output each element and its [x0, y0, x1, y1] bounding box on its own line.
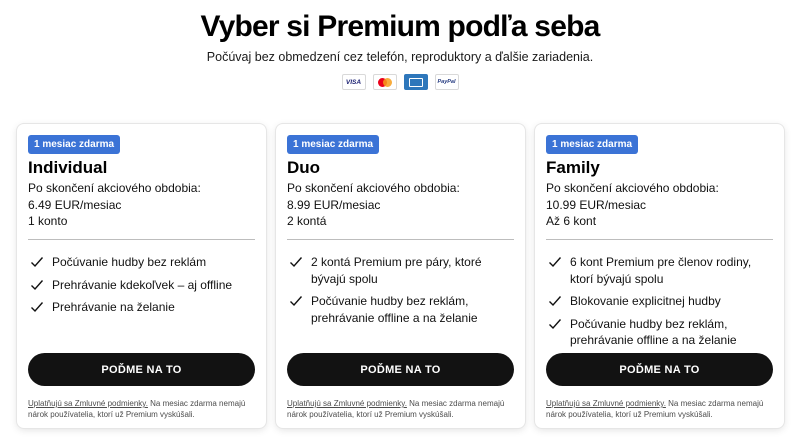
feature-item: Počúvanie hudby bez reklám	[28, 254, 258, 271]
plan-name: Individual	[28, 158, 108, 177]
check-icon	[31, 257, 44, 268]
price-info: Po skončení akciového obdobia: 8.99 EUR/…	[287, 180, 460, 230]
plan-accounts: 2 kontá	[287, 214, 327, 228]
feature-item: Počúvanie hudby bez reklám, prehrávanie …	[287, 293, 517, 326]
feature-item: Počúvanie hudby bez reklám, prehrávanie …	[546, 316, 776, 349]
terms-text: Uplatňujú sa Zmluvné podmienky. Na mesia…	[546, 399, 764, 419]
plan-name: Duo	[287, 158, 321, 177]
feature-list: 6 kont Premium pre členov rodiny, ktorí …	[546, 254, 776, 355]
amex-icon	[403, 74, 428, 90]
terms-link[interactable]: Uplatňujú sa Zmluvné podmienky.	[287, 399, 407, 408]
feature-list: Počúvanie hudby bez reklám Prehrávanie k…	[28, 254, 258, 322]
plan-accounts: 1 konto	[28, 214, 68, 228]
paypal-icon: PayPal	[434, 74, 459, 90]
page-title: Vyber si Premium podľa seba	[200, 10, 600, 43]
plan-card-individual: 1 mesiac zdarma Individual Po skončení a…	[17, 124, 266, 428]
check-icon	[31, 302, 44, 313]
plan-card-duo: 1 mesiac zdarma Duo Po skončení akciovéh…	[276, 124, 525, 428]
terms-link[interactable]: Uplatňujú sa Zmluvné podmienky.	[28, 399, 148, 408]
price-info: Po skončení akciového obdobia: 10.99 EUR…	[546, 180, 719, 230]
get-started-button[interactable]: POĎME NA TO	[287, 353, 514, 386]
check-icon	[290, 296, 303, 307]
feature-list: 2 kontá Premium pre páry, ktoré bývajú s…	[287, 254, 517, 332]
check-icon	[549, 296, 562, 307]
get-started-button[interactable]: POĎME NA TO	[28, 353, 255, 386]
plan-price: 6.49 EUR/mesiac	[28, 197, 122, 212]
after-promo-label: Po skončení akciového obdobia:	[546, 181, 719, 195]
feature-item: 6 kont Premium pre členov rodiny, ktorí …	[546, 254, 776, 287]
divider	[546, 239, 773, 240]
divider	[28, 239, 255, 240]
feature-item: 2 kontá Premium pre páry, ktoré bývajú s…	[287, 254, 517, 287]
check-icon	[31, 279, 44, 290]
terms-link[interactable]: Uplatňujú sa Zmluvné podmienky.	[546, 399, 666, 408]
plan-price: 8.99 EUR/mesiac	[287, 197, 381, 212]
free-month-badge: 1 mesiac zdarma	[28, 135, 121, 154]
mastercard-icon	[372, 74, 397, 90]
check-icon	[549, 318, 562, 329]
terms-text: Uplatňujú sa Zmluvné podmienky. Na mesia…	[28, 399, 246, 419]
get-started-button[interactable]: POĎME NA TO	[546, 353, 773, 386]
after-promo-label: Po skončení akciového obdobia:	[287, 181, 460, 195]
plan-price: 10.99 EUR/mesiac	[546, 197, 647, 212]
check-icon	[549, 257, 562, 268]
after-promo-label: Po skončení akciového obdobia:	[28, 181, 201, 195]
feature-item: Prehrávanie kdekoľvek – aj offline	[28, 277, 258, 294]
feature-item: Blokovanie explicitnej hudby	[546, 293, 776, 310]
check-icon	[290, 257, 303, 268]
visa-icon: VISA	[341, 74, 366, 90]
payment-methods: VISA PayPal	[0, 74, 800, 90]
plan-accounts: Až 6 kont	[546, 214, 597, 228]
price-info: Po skončení akciového obdobia: 6.49 EUR/…	[28, 180, 201, 230]
feature-item: Prehrávanie na želanie	[28, 299, 258, 316]
page-subtitle: Počúvaj bez obmedzení cez telefón, repro…	[206, 50, 594, 64]
free-month-badge: 1 mesiac zdarma	[546, 135, 639, 154]
terms-text: Uplatňujú sa Zmluvné podmienky. Na mesia…	[287, 399, 505, 419]
plan-card-family: 1 mesiac zdarma Family Po skončení akcio…	[535, 124, 784, 428]
divider	[287, 239, 514, 240]
free-month-badge: 1 mesiac zdarma	[287, 135, 380, 154]
plan-name: Family	[546, 158, 600, 177]
